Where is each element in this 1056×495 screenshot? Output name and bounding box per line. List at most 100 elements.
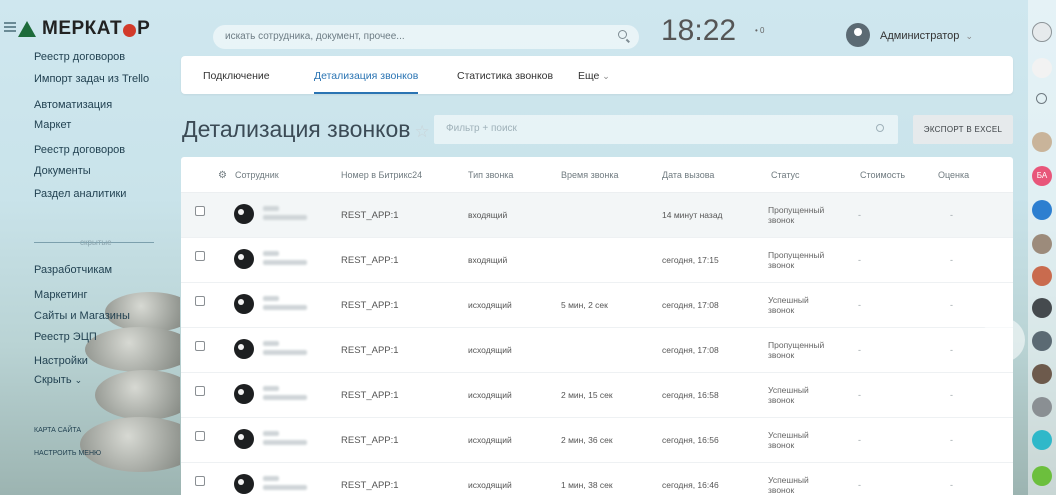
search-icon[interactable]: [1036, 93, 1047, 104]
employee-name-blurred[interactable]: [263, 337, 313, 363]
employee-avatar[interactable]: [234, 204, 254, 224]
row-checkbox[interactable]: [195, 386, 205, 396]
table-row[interactable]: REST_APP:1 исходящий 5 мин, 2 сек сегодня, …: [181, 283, 1013, 328]
row-checkbox[interactable]: [195, 251, 205, 261]
employee-avatar[interactable]: [234, 384, 254, 404]
avatar[interactable]: [1032, 364, 1052, 384]
search-icon[interactable]: [618, 30, 627, 39]
left-sidebar: Реестр договоров Импорт задач из Trello …: [0, 52, 180, 495]
chevron-down-icon: ⌄: [602, 71, 610, 81]
avatar[interactable]: [1032, 266, 1052, 286]
cell-call-type: исходящий: [468, 390, 512, 400]
employee-name-blurred[interactable]: [263, 472, 313, 495]
chat-icon[interactable]: [1032, 430, 1052, 450]
cell-call-date: сегодня, 17:15: [662, 255, 719, 265]
row-checkbox[interactable]: [195, 431, 205, 441]
sidebar-item-documents[interactable]: Документы: [0, 164, 180, 178]
star-icon[interactable]: ☆: [414, 122, 429, 141]
help-icon[interactable]: [1032, 22, 1052, 42]
cell-status: Успешный звонок: [768, 475, 842, 495]
sidebar-separator-label[interactable]: скрытые: [80, 238, 112, 247]
next-arrow-button[interactable]: ›: [981, 318, 1025, 362]
sidebar-item-trello-import[interactable]: Импорт задач из Trello: [0, 72, 180, 86]
export-excel-button[interactable]: ЭКСПОРТ В EXCEL: [913, 115, 1013, 144]
sidebar-item-developers[interactable]: Разработчикам: [0, 263, 180, 277]
cell-number: REST_APP:1: [341, 300, 399, 311]
chevron-down-icon: ⌄: [74, 375, 83, 385]
user-menu[interactable]: Администратор ⌄: [880, 30, 973, 42]
cell-cost: -: [858, 255, 861, 265]
tab-call-details[interactable]: Детализация звонков: [314, 70, 419, 94]
table-row[interactable]: REST_APP:1 исходящий сегодня, 17:08 Пропуще…: [181, 328, 1013, 373]
table-row[interactable]: REST_APP:1 исходящий 2 мин, 15 сек сегодня,…: [181, 373, 1013, 418]
cell-status: Пропущенный звонок: [768, 250, 842, 270]
sidebar-item-hide[interactable]: Скрыть ⌄: [0, 373, 180, 387]
search-icon[interactable]: [876, 124, 884, 132]
bell-icon[interactable]: [1032, 58, 1052, 78]
column-employee[interactable]: Сотрудник: [235, 170, 279, 180]
sidebar-item-marketing[interactable]: Маркетинг: [0, 288, 180, 302]
avatar[interactable]: [1032, 200, 1052, 220]
tab-more[interactable]: Еще ⌄: [578, 70, 610, 82]
table-row[interactable]: REST_APP:1 входящий сегодня, 17:15 Пропущен…: [181, 238, 1013, 283]
sidebar-menu-top: Реестр договоров Импорт задач из Trello …: [0, 52, 180, 201]
table-row[interactable]: REST_APP:1 исходящий 1 мин, 38 сек сегодня,…: [181, 463, 1013, 495]
sidebar-item-market[interactable]: Маркет: [0, 118, 180, 132]
employee-avatar[interactable]: [234, 249, 254, 269]
sitemap-link[interactable]: КАРТА САЙТА: [0, 427, 81, 434]
sidebar-item-contracts-2[interactable]: Реестр договоров: [0, 143, 180, 157]
employee-name-blurred[interactable]: [263, 427, 313, 453]
employee-avatar[interactable]: [234, 474, 254, 494]
table-row[interactable]: REST_APP:1 исходящий 2 мин, 36 сек сегодня,…: [181, 418, 1013, 463]
sidebar-item-settings[interactable]: Настройки: [0, 354, 180, 368]
global-search-input[interactable]: искать сотрудника, документ, прочее...: [213, 25, 639, 49]
column-status[interactable]: Статус: [771, 170, 799, 180]
filter-search-input[interactable]: Фильтр + поиск: [434, 115, 898, 144]
sidebar-item-contracts[interactable]: Реестр договоров: [0, 52, 180, 64]
sidebar-item-analytics[interactable]: Раздел аналитики: [0, 187, 180, 201]
column-rating[interactable]: Оценка: [938, 170, 969, 180]
cell-call-date: сегодня, 16:46: [662, 480, 719, 490]
settings-icon[interactable]: ⚙: [218, 170, 227, 181]
column-call-type[interactable]: Тип звонка: [468, 170, 513, 180]
avatar[interactable]: [1032, 234, 1052, 254]
cell-status: Успешный звонок: [768, 430, 842, 450]
row-checkbox[interactable]: [195, 206, 205, 216]
column-call-time[interactable]: Время звонка: [561, 170, 619, 180]
row-checkbox[interactable]: [195, 476, 205, 486]
status-line-1: Успешный: [768, 385, 809, 395]
tab-connection[interactable]: Подключение: [203, 70, 270, 82]
row-checkbox[interactable]: [195, 341, 205, 351]
phone-icon[interactable]: [1032, 466, 1052, 486]
sidebar-item-sites[interactable]: Сайты и Магазины: [0, 309, 180, 323]
column-number[interactable]: Номер в Битрикс24: [341, 170, 422, 180]
configure-menu-link[interactable]: НАСТРОИТЬ МЕНЮ: [0, 450, 101, 457]
tab-call-statistics[interactable]: Статистика звонков: [457, 70, 553, 82]
avatar[interactable]: [1032, 397, 1052, 417]
employee-avatar[interactable]: [234, 339, 254, 359]
avatar-badge[interactable]: БА: [1032, 166, 1052, 186]
employee-name-blurred[interactable]: [263, 247, 313, 273]
employee-name-blurred[interactable]: [263, 202, 313, 228]
column-call-date[interactable]: Дата вызова: [662, 170, 714, 180]
avatar[interactable]: [1032, 298, 1052, 318]
sidebar-item-ecp[interactable]: Реестр ЭЦП: [0, 330, 180, 344]
notification-counter[interactable]: • 0: [755, 26, 764, 35]
user-avatar[interactable]: [846, 23, 870, 47]
column-cost[interactable]: Стоимость: [860, 170, 905, 180]
employee-name-blurred[interactable]: [263, 382, 313, 408]
avatar[interactable]: [1032, 132, 1052, 152]
employee-avatar[interactable]: [234, 294, 254, 314]
avatar[interactable]: [1032, 331, 1052, 351]
sidebar-item-automation[interactable]: Автоматизация: [0, 98, 180, 112]
row-checkbox[interactable]: [195, 296, 205, 306]
menu-burger-icon[interactable]: [4, 22, 16, 32]
table-row[interactable]: REST_APP:1 входящий 14 минут назад Пропущен…: [181, 193, 1013, 238]
status-line-1: Пропущенный: [768, 250, 825, 260]
cell-call-type: входящий: [468, 255, 508, 265]
logo[interactable]: МЕРКАТ Р: [18, 18, 150, 40]
employee-name-blurred[interactable]: [263, 292, 313, 318]
cell-call-date: сегодня, 16:58: [662, 390, 719, 400]
employee-avatar[interactable]: [234, 429, 254, 449]
chevron-down-icon: ⌄: [965, 31, 973, 41]
